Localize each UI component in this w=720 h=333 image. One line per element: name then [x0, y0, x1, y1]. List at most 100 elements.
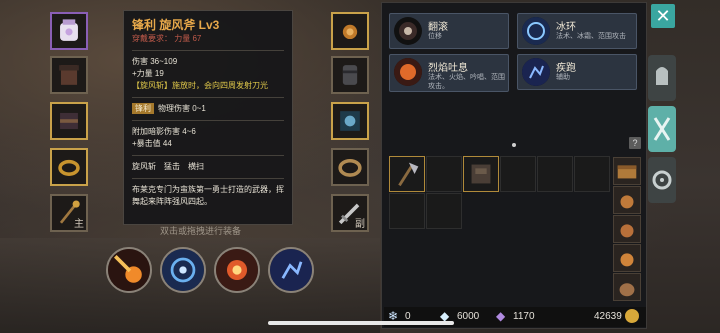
- help-icon[interactable]: ?: [629, 137, 641, 149]
- bag-slot[interactable]: [613, 273, 641, 301]
- gloves-slot[interactable]: [50, 102, 88, 140]
- skill-card-sprint[interactable]: 疾跑 辅助: [517, 54, 637, 90]
- helmet-icon: [60, 19, 78, 41]
- axe-icon: [398, 162, 419, 187]
- chest-icon: [617, 165, 637, 179]
- equip-hint: 双击或拖拽进行装备: [160, 226, 242, 236]
- crystal-icon: ◆: [496, 309, 506, 324]
- ring-icon: [58, 159, 80, 176]
- skill-name: 翻滚: [428, 22, 448, 33]
- bag-icon: [619, 283, 635, 297]
- item-shadow-damage: 附加暗影伤害 4~6: [132, 127, 196, 136]
- prefix-badge: 锋利: [132, 103, 154, 114]
- inventory-cell[interactable]: [463, 156, 499, 192]
- off-hand-tag: 副: [355, 219, 365, 230]
- tab-equipment[interactable]: [648, 55, 676, 101]
- crystal-count-value: 1170: [513, 311, 535, 322]
- item-damage: 伤害 36~109: [132, 57, 178, 66]
- skill-desc: 法术、火焰、吟唱、范围攻击。: [428, 74, 505, 90]
- skill-card-ice-ring[interactable]: 冰环 法术、冰霜、范围攻击: [517, 13, 637, 49]
- inventory-cell[interactable]: [389, 156, 425, 192]
- item-skills: 旋风斩 猛击 横扫: [132, 162, 204, 171]
- skill-desc: 法术、冰霜、范围攻击: [556, 33, 626, 40]
- potion-slot-1[interactable]: [613, 186, 641, 214]
- rope-ring-icon: [338, 158, 362, 177]
- divider: [132, 120, 284, 121]
- item-description: 布莱克专门为蛮族第一勇士打造的武器，挥舞起来阵阵强风四起。: [132, 185, 284, 206]
- flame-breath-icon: [394, 58, 422, 86]
- item-strength: +力量 19: [132, 69, 164, 78]
- potion-slot-2[interactable]: [613, 215, 641, 243]
- flame-breath-icon: [216, 249, 258, 291]
- chest-armor-icon: [471, 164, 491, 184]
- main-hand-tag: 主: [74, 219, 84, 230]
- ring2-slot[interactable]: [331, 148, 369, 186]
- sprint-icon: [270, 249, 312, 291]
- gauntlet-slot[interactable]: [331, 56, 369, 94]
- gem-count-value: 6000: [457, 311, 480, 322]
- helmet-slot[interactable]: [50, 12, 88, 50]
- boots-slot[interactable]: [331, 102, 369, 140]
- prefix-effect: 物理伤害 0~1: [158, 104, 206, 113]
- crystal-count: ◆ 1170: [496, 309, 535, 325]
- item-tooltip: 锋利 旋风斧 Lv3 穿戴要求： 力量 67 伤害 36~109 +力量 19 …: [123, 10, 293, 225]
- inventory-cell[interactable]: [574, 156, 610, 192]
- skill-desc: 辅助: [556, 74, 570, 81]
- tab-settings[interactable]: [648, 157, 676, 203]
- item-title: 锋利 旋风斧 Lv3: [132, 18, 220, 32]
- potion-icon: [620, 224, 634, 238]
- inventory-grid: [386, 153, 610, 308]
- crossed-swords-icon: [653, 117, 671, 141]
- armor-slot[interactable]: [50, 56, 88, 94]
- skill-desc: 位移: [428, 33, 442, 40]
- potion-icon: [620, 253, 634, 267]
- item-prefix-row: 锋利 物理伤害 0~1: [132, 103, 284, 115]
- amulet-slot[interactable]: [331, 12, 369, 50]
- gold-coin-icon: [624, 309, 639, 324]
- boots-icon: [340, 111, 360, 131]
- treasure-chest-slot[interactable]: [613, 157, 641, 185]
- page-indicator-dot: [512, 143, 516, 147]
- off-hand-slot[interactable]: 副: [331, 194, 369, 232]
- skill-slot-1[interactable]: [106, 247, 152, 293]
- helmet-tab-icon: [656, 67, 668, 85]
- item-crit: +暴击值 44: [132, 139, 172, 148]
- skill-slot-2[interactable]: [160, 247, 206, 293]
- divider: [132, 155, 284, 156]
- armor-icon: [59, 65, 79, 85]
- fire-meteor-icon: [108, 249, 150, 291]
- close-button[interactable]: ✕: [651, 4, 675, 28]
- roll-icon: [394, 17, 422, 45]
- skill-card-roll[interactable]: 翻滚 位移: [389, 13, 509, 49]
- divider: [132, 178, 284, 179]
- ice-ring-icon: [522, 17, 550, 45]
- item-requirement: 穿戴要求： 力量 67: [132, 34, 202, 43]
- tab-skills[interactable]: [648, 106, 676, 152]
- skill-name: 疾跑: [556, 63, 576, 74]
- skill-card-flame-breath[interactable]: 烈焰吐息 法术、火焰、吟唱、范围攻击。: [389, 54, 509, 92]
- item-skill-effect: 【旋风斩】施放时，会向四周发射刀光: [132, 81, 268, 90]
- potion-icon: [620, 195, 634, 209]
- whirlwind-icon: [162, 249, 204, 291]
- skill-slot-4[interactable]: [268, 247, 314, 293]
- home-indicator: [268, 321, 454, 325]
- inventory-cell[interactable]: [500, 156, 536, 192]
- skill-name: 烈焰吐息: [428, 63, 468, 74]
- skill-name: 冰环: [556, 22, 576, 33]
- inventory-cell[interactable]: [537, 156, 573, 192]
- inventory-cell[interactable]: [426, 156, 462, 192]
- inventory-cell[interactable]: [389, 193, 425, 229]
- sprint-icon: [522, 58, 550, 86]
- wheel-icon: [652, 170, 672, 190]
- skill-slot-3[interactable]: [214, 247, 260, 293]
- inventory-cell[interactable]: [426, 193, 462, 229]
- divider: [132, 50, 284, 51]
- main-hand-slot[interactable]: 主: [50, 194, 88, 232]
- gold-count-value: 42639: [594, 311, 622, 322]
- amulet-icon: [342, 24, 358, 40]
- divider: [132, 97, 284, 98]
- gauntlet-icon: [342, 65, 358, 85]
- potion-slot-3[interactable]: [613, 244, 641, 272]
- gold-count: 42639: [594, 309, 642, 325]
- ring-slot[interactable]: [50, 148, 88, 186]
